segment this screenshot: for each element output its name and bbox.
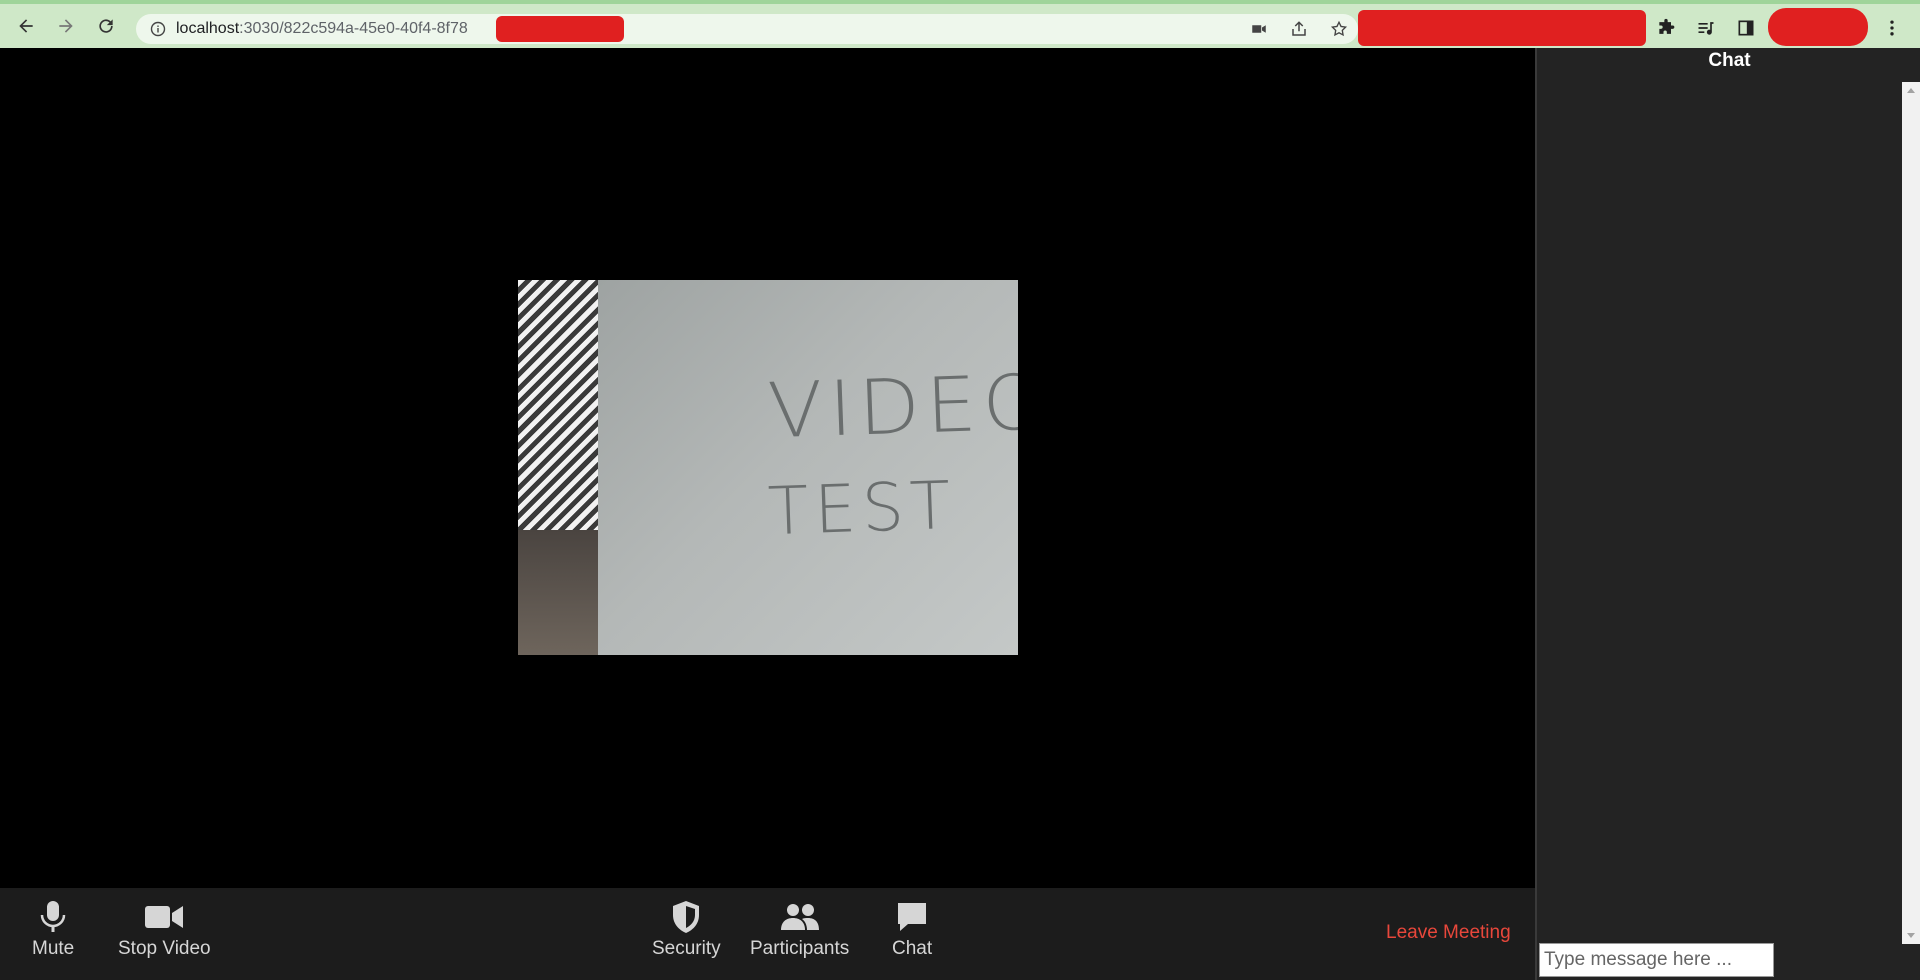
shield-icon: [671, 900, 701, 934]
video-stage: VIDEO TEST: [0, 48, 1535, 888]
video-camera-icon: [145, 900, 184, 934]
chat-message-input[interactable]: [1539, 943, 1774, 977]
bookmark-star-icon[interactable]: [1328, 18, 1350, 40]
microphone-icon: [39, 900, 67, 934]
extensions-icon[interactable]: [1652, 14, 1680, 42]
forward-icon[interactable]: [48, 8, 84, 44]
back-icon[interactable]: [8, 8, 44, 44]
meeting-toolbar: Mute Stop Video Security Participants Ch…: [0, 888, 1535, 980]
address-bar[interactable]: localhost:3030/822c594a-45e0-40f4-8f78: [136, 14, 1358, 44]
paper-sheet: VIDEO TEST: [598, 280, 1018, 655]
security-button[interactable]: Security: [652, 900, 721, 960]
site-info-icon[interactable]: [150, 21, 166, 37]
mute-label: Mute: [32, 938, 75, 959]
camera-in-use-icon[interactable]: [1248, 18, 1270, 40]
video-background-floor: [518, 530, 598, 655]
chat-title: Chat: [1708, 50, 1751, 71]
chat-scrollbar[interactable]: [1902, 82, 1920, 944]
chat-panel: Chat: [1535, 48, 1920, 980]
participants-button[interactable]: Participants: [750, 900, 849, 960]
browser-toolbar: localhost:3030/822c594a-45e0-40f4-8f78: [0, 0, 1920, 48]
chat-label: Chat: [892, 938, 933, 959]
stop-video-label: Stop Video: [118, 938, 211, 959]
security-label: Security: [652, 938, 721, 959]
leave-meeting-button[interactable]: Leave Meeting: [1386, 922, 1511, 944]
chat-bubble-icon: [896, 900, 928, 934]
chat-button[interactable]: Chat: [892, 900, 932, 960]
redaction-mark: [1358, 10, 1646, 46]
mute-button[interactable]: Mute: [32, 900, 74, 960]
handwritten-line-2: TEST: [766, 466, 958, 551]
share-icon[interactable]: [1288, 18, 1310, 40]
participants-label: Participants: [750, 938, 850, 959]
scroll-down-arrow-icon[interactable]: [1907, 933, 1915, 938]
reload-icon[interactable]: [88, 8, 124, 44]
participant-video: VIDEO TEST: [518, 280, 1018, 655]
side-panel-icon[interactable]: [1732, 14, 1760, 42]
menu-kebab-icon[interactable]: [1878, 14, 1906, 42]
reading-list-icon[interactable]: [1692, 14, 1720, 42]
participants-icon: [780, 900, 820, 934]
scroll-up-arrow-icon[interactable]: [1907, 88, 1915, 93]
stop-video-button[interactable]: Stop Video: [118, 900, 211, 960]
handwritten-line-1: VIDEO: [766, 357, 1018, 456]
url-text[interactable]: localhost:3030/822c594a-45e0-40f4-8f78: [176, 20, 468, 38]
redaction-mark: [496, 16, 624, 42]
profile-avatar[interactable]: [1768, 8, 1868, 46]
